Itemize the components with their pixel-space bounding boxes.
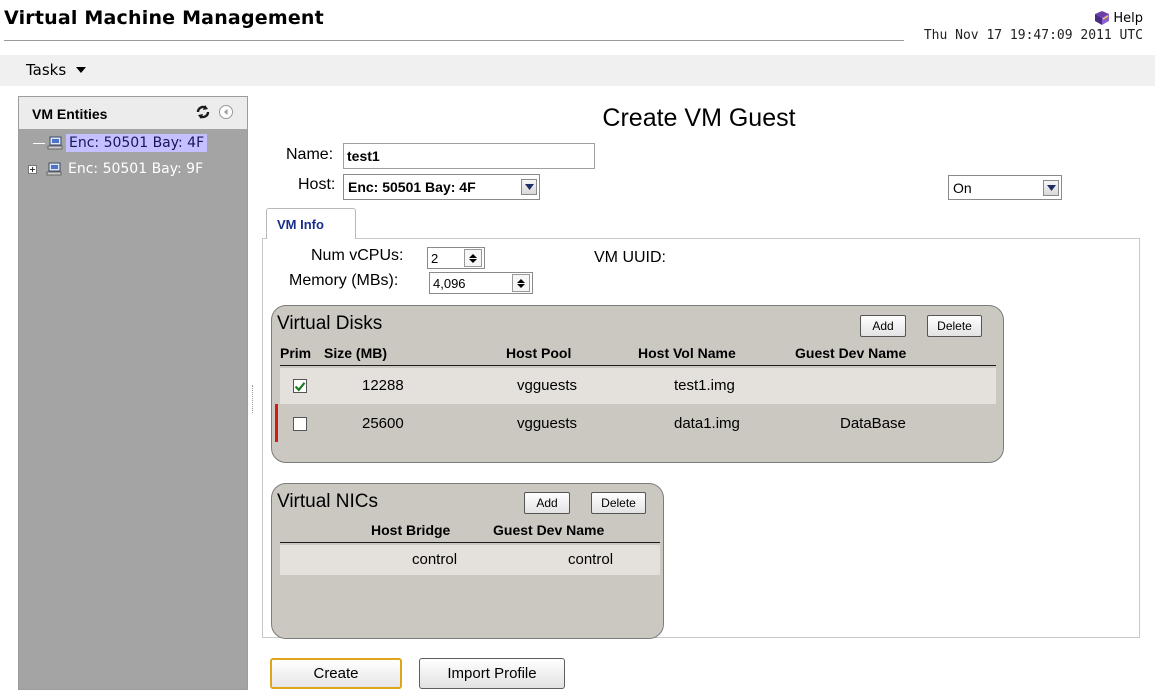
tab-content-vm-info: Num vCPUs: 2 Memory (MBs): 4,096 VM UUID…	[262, 238, 1140, 639]
delete-nic-button[interactable]: Delete	[591, 492, 646, 514]
primary-checkbox[interactable]	[293, 379, 307, 393]
chevron-down-icon[interactable]	[521, 179, 537, 195]
main-panel: Create VM Guest Name: test1 Host: Enc: 5…	[258, 96, 1140, 641]
tree-item-bay-9f[interactable]: Enc: 50501 Bay: 9F	[19, 157, 247, 181]
panel-splitter[interactable]	[252, 385, 254, 413]
add-nic-button[interactable]: Add	[524, 492, 570, 514]
table-row[interactable]: 12288 vgguests test1.img	[280, 368, 996, 404]
column-header-size[interactable]: Size (MB)	[324, 345, 387, 361]
table-row[interactable]: 25600 vgguests data1.img DataBase	[280, 406, 996, 442]
host-select[interactable]: Enc: 50501 Bay: 4F	[343, 174, 540, 200]
column-header-guest-dev[interactable]: Guest Dev Name	[795, 345, 906, 361]
column-header-prim[interactable]: Prim	[280, 345, 311, 361]
sidebar-header: VM Entities	[19, 97, 247, 129]
sidebar: VM Entities Enc: 50501 Bay: 4F Enc: 5050…	[18, 96, 248, 690]
add-disk-button[interactable]: Add	[860, 315, 906, 337]
tasks-menu[interactable]: Tasks	[26, 61, 87, 79]
stepper-arrows-icon[interactable]	[464, 249, 482, 267]
checkmark-icon	[294, 381, 306, 391]
computer-icon	[46, 162, 62, 176]
nic-guest-dev-cell: control	[568, 551, 614, 568]
host-select-value: Enc: 50501 Bay: 4F	[348, 179, 476, 195]
row-indicator	[275, 404, 278, 442]
tree-item-label: Enc: 50501 Bay: 9F	[68, 161, 204, 177]
vcpus-label: Num vCPUs:	[311, 247, 404, 264]
help-label: Help	[1113, 10, 1143, 26]
nic-bridge-cell: control	[412, 551, 458, 568]
primary-checkbox[interactable]	[293, 417, 307, 431]
virtual-nics-panel: Virtual NICs Add Delete Host Bridge Gues…	[271, 483, 664, 639]
tab-vm-info[interactable]: VM Info	[266, 208, 356, 239]
column-header-host-bridge[interactable]: Host Bridge	[371, 522, 450, 538]
column-header-host-vol[interactable]: Host Vol Name	[638, 345, 736, 361]
virtual-nics-title: Virtual NICs	[277, 491, 379, 512]
page-title: Create VM Guest	[602, 104, 796, 132]
virtual-disks-title: Virtual Disks	[277, 313, 383, 334]
chevron-down-icon[interactable]	[1043, 179, 1059, 196]
disk-pool-cell: vgguests	[517, 377, 578, 394]
app-title: Virtual Machine Management	[4, 7, 324, 29]
disk-size-cell: 12288	[362, 377, 404, 394]
disk-guest-dev-cell: DataBase	[840, 415, 906, 432]
memory-label: Memory (MBs):	[289, 272, 399, 289]
disk-pool-cell: vgguests	[517, 415, 578, 432]
refresh-icon[interactable]	[194, 103, 212, 121]
table-row[interactable]: control control	[280, 545, 660, 575]
stepper-arrows-icon[interactable]	[512, 274, 530, 292]
tree-connector	[33, 142, 45, 144]
disk-vol-cell: data1.img	[674, 415, 740, 432]
column-header-host-pool[interactable]: Host Pool	[506, 345, 571, 361]
create-button[interactable]: Create	[270, 658, 402, 689]
table-header-rule	[280, 542, 660, 543]
collapse-left-icon[interactable]	[218, 104, 234, 120]
table-header-rule	[280, 365, 996, 366]
computer-icon	[47, 136, 63, 150]
host-label: Host:	[298, 176, 336, 193]
tree-item-label: Enc: 50501 Bay: 4F	[66, 134, 208, 152]
power-state-value: On	[953, 179, 972, 196]
timestamp: Thu Nov 17 19:47:09 2011 UTC	[923, 28, 1143, 43]
vcpus-value: 2	[431, 250, 439, 266]
help-book-icon	[1095, 11, 1110, 25]
name-label: Name:	[286, 146, 334, 163]
menu-bar: Tasks	[0, 55, 1155, 86]
memory-stepper[interactable]: 4,096	[429, 272, 533, 294]
name-input[interactable]: test1	[343, 143, 595, 169]
vm-uuid-label: VM UUID:	[594, 249, 666, 266]
disk-vol-cell: test1.img	[674, 377, 735, 394]
title-divider	[4, 40, 904, 41]
expand-plus-icon[interactable]	[28, 164, 37, 174]
chevron-down-icon	[76, 67, 87, 73]
power-state-select[interactable]: On	[948, 175, 1062, 200]
delete-disk-button[interactable]: Delete	[927, 315, 982, 337]
disk-size-cell: 25600	[362, 415, 404, 432]
tasks-menu-label: Tasks	[26, 61, 67, 79]
column-header-guest-dev[interactable]: Guest Dev Name	[493, 522, 604, 538]
help-link[interactable]: Help	[1093, 10, 1143, 26]
sidebar-title: VM Entities	[32, 106, 108, 122]
import-profile-button[interactable]: Import Profile	[419, 658, 565, 689]
vcpus-stepper[interactable]: 2	[427, 247, 485, 269]
memory-value: 4,096	[433, 275, 466, 291]
virtual-disks-panel: Virtual Disks Add Delete Prim Size (MB) …	[271, 305, 1004, 463]
tree-item-bay-4f[interactable]: Enc: 50501 Bay: 4F	[19, 131, 247, 155]
